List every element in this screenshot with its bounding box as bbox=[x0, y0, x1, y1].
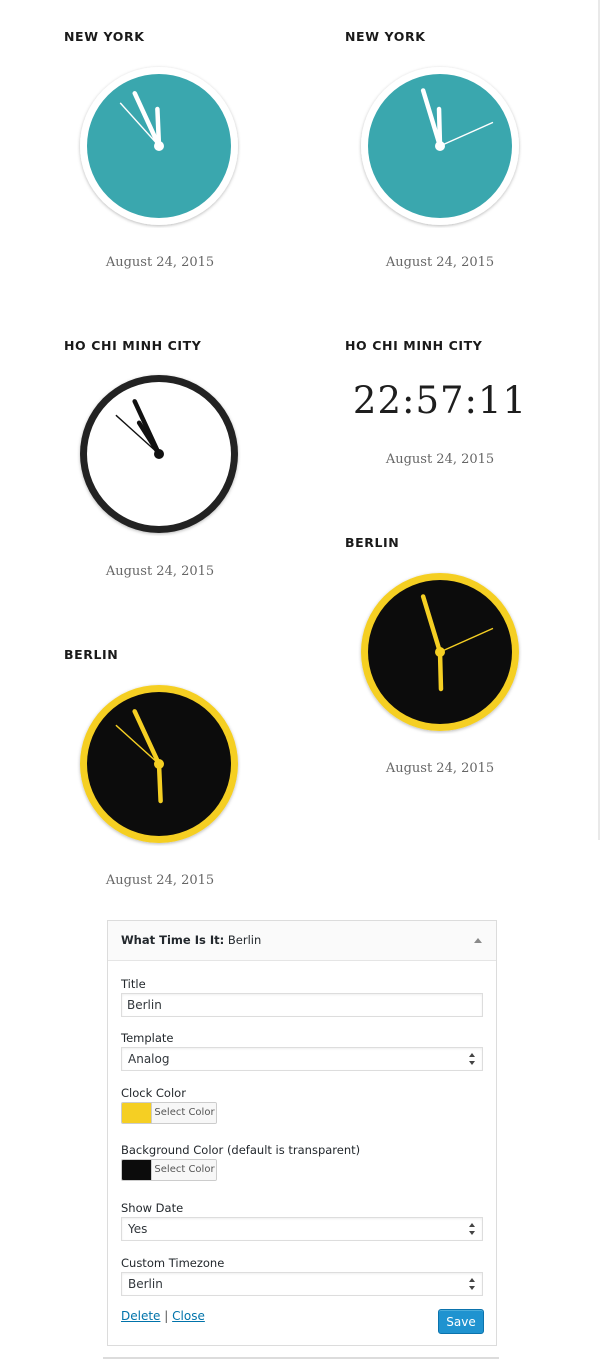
collapse-arrow-icon[interactable] bbox=[474, 938, 482, 943]
link-separator: | bbox=[164, 1309, 169, 1323]
select-color-button[interactable]: Select Color bbox=[151, 1103, 216, 1123]
center-pin bbox=[154, 449, 164, 459]
clock-color-picker[interactable]: Select Color bbox=[121, 1102, 217, 1124]
widget-panel-header[interactable]: What Time Is It: Berlin bbox=[108, 921, 496, 961]
clock-date: August 24, 2015 bbox=[105, 873, 215, 888]
widget-control-links: Delete | Close bbox=[121, 1309, 205, 1323]
widget-title: NEW YORK bbox=[64, 29, 145, 44]
clock-date: August 24, 2015 bbox=[105, 564, 215, 579]
clock-date: August 24, 2015 bbox=[385, 452, 495, 467]
delete-link[interactable]: Delete bbox=[121, 1309, 160, 1323]
clock-date: August 24, 2015 bbox=[105, 255, 215, 270]
analog-clock bbox=[358, 570, 522, 738]
digital-clock-time: 22:57:11 bbox=[352, 379, 528, 422]
title-label: Title bbox=[121, 977, 146, 991]
hour-hand bbox=[156, 761, 163, 804]
widget-title: BERLIN bbox=[64, 647, 119, 662]
save-button[interactable]: Save bbox=[438, 1309, 484, 1334]
analog-clock bbox=[77, 64, 241, 232]
select-arrows-icon bbox=[468, 1223, 476, 1235]
clock-date: August 24, 2015 bbox=[385, 255, 495, 270]
select-arrows-icon bbox=[468, 1278, 476, 1290]
clock-color-label: Clock Color bbox=[121, 1086, 186, 1100]
timezone-select[interactable]: Berlin bbox=[121, 1272, 483, 1296]
timezone-selected-value: Berlin bbox=[128, 1277, 163, 1291]
widget-panel-title: What Time Is It: Berlin bbox=[121, 933, 261, 947]
widget-type-name: What Time Is It: bbox=[121, 933, 225, 947]
clock-face-svg bbox=[361, 573, 519, 731]
widget-instance-name: Berlin bbox=[227, 933, 262, 947]
timezone-label: Custom Timezone bbox=[121, 1256, 225, 1270]
center-pin bbox=[154, 759, 164, 769]
widget-title: BERLIN bbox=[345, 535, 400, 550]
clock-color-swatch[interactable] bbox=[122, 1103, 151, 1123]
center-pin bbox=[154, 141, 164, 151]
title-input[interactable] bbox=[121, 993, 483, 1017]
show-date-select[interactable]: Yes bbox=[121, 1217, 483, 1241]
analog-clock bbox=[358, 64, 522, 232]
template-selected-value: Analog bbox=[128, 1052, 170, 1066]
template-select[interactable]: Analog bbox=[121, 1047, 483, 1071]
select-arrows-icon bbox=[468, 1053, 476, 1065]
background-color-picker[interactable]: Select Color bbox=[121, 1159, 217, 1181]
close-link[interactable]: Close bbox=[172, 1309, 205, 1323]
background-color-swatch[interactable] bbox=[122, 1160, 151, 1180]
widget-settings-panel: What Time Is It: Berlin Title Template A… bbox=[107, 920, 497, 1346]
center-pin bbox=[435, 141, 445, 151]
analog-clock bbox=[77, 372, 241, 540]
widget-title: HO CHI MINH CITY bbox=[345, 338, 483, 353]
clock-face-svg bbox=[80, 375, 238, 533]
background-color-label: Background Color (default is transparent… bbox=[121, 1143, 361, 1157]
clock-face-svg bbox=[80, 685, 238, 843]
select-color-button[interactable]: Select Color bbox=[151, 1160, 216, 1180]
template-label: Template bbox=[121, 1031, 174, 1045]
widget-title: HO CHI MINH CITY bbox=[64, 338, 202, 353]
center-pin bbox=[435, 647, 445, 657]
clock-face-svg bbox=[361, 67, 519, 225]
analog-clock bbox=[77, 682, 241, 850]
widget-title: NEW YORK bbox=[345, 29, 426, 44]
show-date-label: Show Date bbox=[121, 1201, 184, 1215]
clock-face-svg bbox=[80, 67, 238, 225]
hour-hand bbox=[437, 649, 444, 692]
clock-date: August 24, 2015 bbox=[385, 761, 495, 776]
show-date-selected-value: Yes bbox=[128, 1222, 148, 1236]
